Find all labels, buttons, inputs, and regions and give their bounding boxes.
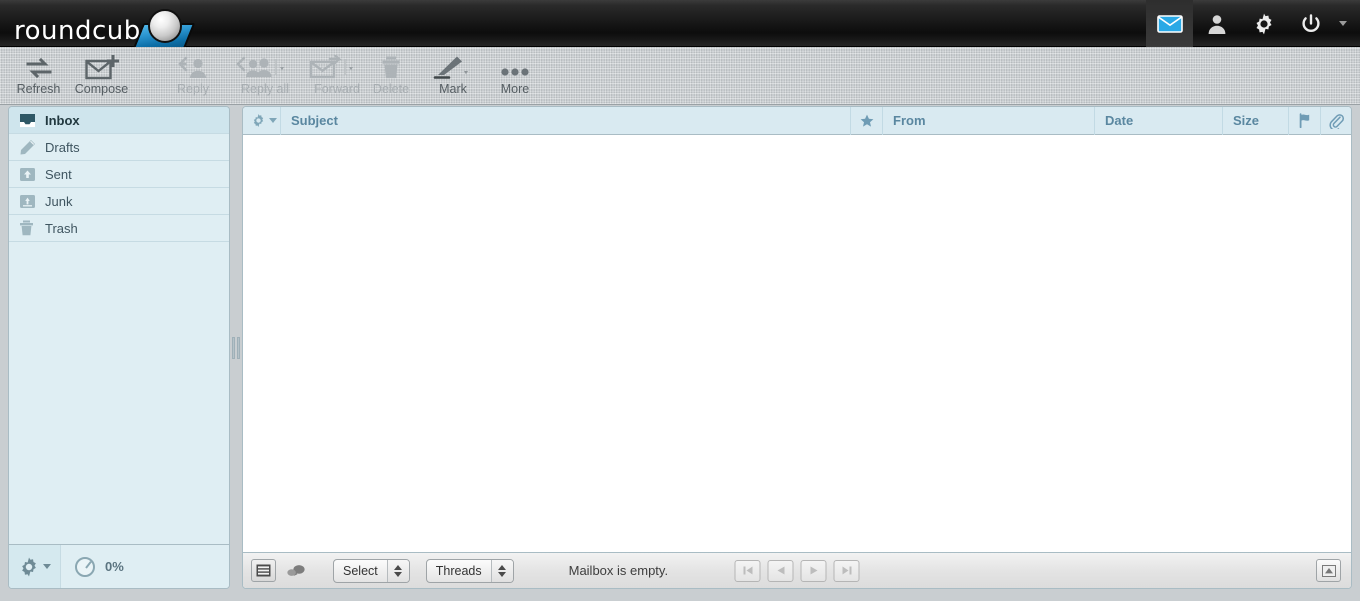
folder-sidebar: Inbox Drafts Sent Junk: [8, 106, 230, 589]
sidebar-item-label: Trash: [45, 221, 78, 236]
column-header-size[interactable]: Size: [1223, 107, 1289, 135]
column-header-flag[interactable]: [1289, 107, 1321, 135]
column-label: Subject: [291, 113, 338, 128]
junk-icon: [19, 194, 45, 209]
compose-button[interactable]: Compose: [68, 51, 135, 96]
message-list-body[interactable]: [243, 136, 1351, 551]
delete-button[interactable]: Delete: [364, 51, 418, 96]
pagination-controls: [735, 560, 860, 582]
message-list-footer: Select Threads Mailbox is empty.: [243, 552, 1351, 588]
prev-page-icon: [775, 565, 786, 576]
sidebar-item-sent[interactable]: Sent: [9, 161, 229, 188]
splitter-grip: [232, 337, 241, 359]
last-page-button[interactable]: [834, 560, 860, 582]
header-task-bar: [1146, 0, 1352, 47]
reply-all-button[interactable]: Reply all: [222, 51, 308, 96]
list-lines-icon: [256, 564, 271, 577]
quota-donut-icon: [75, 557, 95, 577]
more-dots-icon: [487, 51, 543, 81]
sidebar-item-label: Sent: [45, 167, 72, 182]
next-page-icon: [808, 565, 819, 576]
trash-icon: [19, 220, 45, 236]
gear-icon: [251, 113, 266, 128]
quota-indicator[interactable]: 0%: [75, 557, 124, 577]
mark-icon: [424, 51, 482, 81]
column-header-attachment[interactable]: [1321, 107, 1351, 135]
threads-dropdown[interactable]: Threads: [426, 559, 514, 583]
inbox-icon: [19, 113, 45, 128]
first-page-button[interactable]: [735, 560, 761, 582]
refresh-label: Refresh: [10, 83, 67, 96]
first-page-icon: [742, 565, 753, 576]
select-dropdown[interactable]: Select: [333, 559, 410, 583]
sent-icon: [19, 167, 45, 182]
threads-stepper[interactable]: [491, 560, 513, 582]
sidebar-item-inbox[interactable]: Inbox: [9, 107, 229, 134]
message-list-header: Subject From Date Size: [243, 107, 1351, 135]
sidebar-item-label: Junk: [45, 194, 72, 209]
app-header: roundcube: [0, 0, 1360, 47]
mark-label: Mark: [424, 83, 482, 96]
compose-icon: [68, 51, 135, 81]
reply-icon: [165, 51, 221, 81]
prev-page-button[interactable]: [768, 560, 794, 582]
threads-label: Threads: [427, 564, 491, 578]
more-button[interactable]: More: [487, 51, 543, 96]
trash-icon: [364, 51, 418, 81]
more-label: More: [487, 83, 543, 96]
select-stepper[interactable]: [387, 560, 409, 582]
collapse-up-icon: [1322, 565, 1336, 577]
list-view-options-button[interactable]: [251, 559, 276, 582]
column-header-from[interactable]: From: [883, 107, 1095, 135]
reply-all-label: Reply all: [222, 83, 308, 96]
message-list-panel: Subject From Date Size: [242, 106, 1352, 589]
reply-button[interactable]: Reply: [165, 51, 221, 96]
flag-icon: [1298, 113, 1312, 128]
sidebar-item-trash[interactable]: Trash: [9, 215, 229, 242]
mark-button[interactable]: Mark: [424, 51, 482, 96]
column-label: Date: [1105, 113, 1133, 128]
star-icon: [860, 114, 874, 128]
column-label: Size: [1233, 113, 1259, 128]
roundcube-logo: roundcube: [14, 7, 204, 47]
column-label: From: [893, 113, 926, 128]
reply-label: Reply: [165, 83, 221, 96]
select-label: Select: [334, 564, 387, 578]
sidebar-item-drafts[interactable]: Drafts: [9, 134, 229, 161]
reply-all-icon: [222, 51, 308, 81]
conversation-mode-button[interactable]: [283, 559, 308, 582]
refresh-button[interactable]: Refresh: [10, 51, 67, 96]
compose-label: Compose: [68, 83, 135, 96]
logout-icon[interactable]: [1287, 0, 1334, 47]
action-toolbar: Refresh Compose Reply: [0, 47, 1360, 105]
mailbox-status-text: Mailbox is empty.: [569, 563, 668, 578]
sidebar-item-label: Inbox: [45, 113, 80, 128]
sidebar-splitter[interactable]: [231, 106, 241, 589]
toggle-preview-pane-button[interactable]: [1316, 559, 1341, 582]
speech-bubbles-icon: [286, 564, 306, 578]
settings-icon[interactable]: [1240, 0, 1287, 47]
quota-percent-label: 0%: [105, 559, 124, 574]
contacts-icon[interactable]: [1193, 0, 1240, 47]
logo-sphere-shape: [148, 9, 182, 43]
last-page-icon: [841, 565, 852, 576]
mail-icon[interactable]: [1146, 0, 1193, 47]
column-header-date[interactable]: Date: [1095, 107, 1223, 135]
gear-icon: [18, 556, 40, 578]
column-header-star[interactable]: [851, 107, 883, 135]
delete-label: Delete: [364, 83, 418, 96]
next-page-button[interactable]: [801, 560, 827, 582]
paperclip-icon: [1329, 113, 1344, 129]
pencil-icon: [19, 139, 45, 155]
refresh-icon: [10, 51, 67, 81]
list-options-button[interactable]: [243, 107, 281, 135]
folder-actions-button[interactable]: [9, 545, 61, 588]
header-overflow-caret[interactable]: [1334, 0, 1352, 47]
sidebar-footer: 0%: [9, 544, 229, 588]
sidebar-item-junk[interactable]: Junk: [9, 188, 229, 215]
sidebar-item-label: Drafts: [45, 140, 80, 155]
column-header-subject[interactable]: Subject: [281, 107, 851, 135]
